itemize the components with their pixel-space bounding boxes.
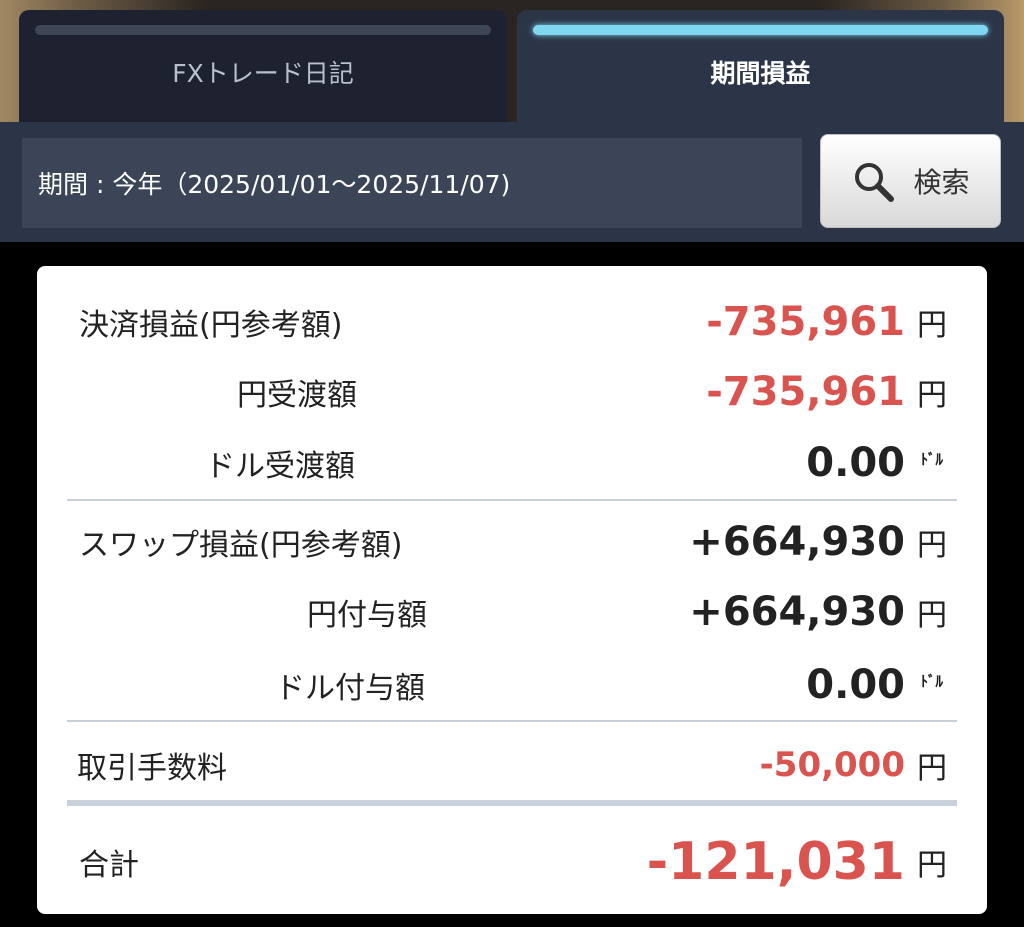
row-value: -735,961 — [706, 369, 905, 415]
search-button-label: 検索 — [913, 166, 970, 199]
row-value: +664,930 — [689, 519, 905, 565]
period-text: 期間 : 今年（2025/01/01～2025/11/07) — [38, 170, 511, 199]
row-label: 決済損益(円参考額) — [79, 308, 343, 343]
tab-indicator-active — [533, 25, 988, 35]
row-value: -735,961 — [706, 299, 905, 345]
yen-delivery-row: 円受渡額 -735,961 円 — [37, 357, 987, 427]
profit-loss-card: 決済損益(円参考額) -735,961 円 円受渡額 -735,961 円 ドル… — [37, 266, 987, 914]
row-value: -50,000 — [759, 745, 905, 785]
yen-grant-row: 円付与額 +664,930 円 — [37, 577, 987, 647]
row-label: 合計 — [79, 848, 139, 883]
settlement-row: 決済損益(円参考額) -735,961 円 — [37, 287, 987, 357]
divider — [67, 720, 957, 722]
divider — [67, 499, 957, 501]
row-value: 0.00 — [806, 662, 905, 708]
row-label: スワップ損益(円参考額) — [79, 528, 403, 563]
row-label: 円受渡額 — [237, 378, 357, 413]
row-unit: 円 — [917, 378, 947, 413]
dollar-delivery-row: ドル受渡額 0.00 ﾄﾞﾙ — [37, 428, 987, 498]
search-button[interactable]: 検索 — [820, 134, 1001, 228]
search-strip: 期間 : 今年（2025/01/01～2025/11/07) 検索 — [0, 122, 1024, 242]
total-value: -121,031 — [646, 832, 905, 892]
row-label: ドル受渡額 — [205, 449, 355, 484]
row-value: +664,930 — [689, 589, 905, 635]
fee-row: 取引手数料 -50,000 円 — [37, 730, 987, 800]
tab-period-profit-loss[interactable]: 期間損益 — [517, 10, 1004, 122]
tab-label: FXトレード日記 — [172, 59, 354, 88]
divider-thick — [67, 800, 957, 806]
row-label: 円付与額 — [307, 598, 427, 633]
tab-indicator — [35, 25, 491, 35]
dollar-grant-row: ドル付与額 0.00 ﾄﾞﾙ — [37, 650, 987, 720]
row-unit: 円 — [917, 751, 947, 786]
row-unit: ﾄﾞﾙ — [920, 450, 943, 469]
row-unit: 円 — [917, 528, 947, 563]
row-unit: 円 — [917, 848, 947, 883]
row-unit: 円 — [917, 598, 947, 633]
tab-fx-trade-diary[interactable]: FXトレード日記 — [19, 10, 507, 122]
tab-bar: FXトレード日記 期間損益 — [0, 0, 1024, 122]
total-row: 合計 -121,031 円 — [37, 822, 987, 902]
row-unit: 円 — [917, 308, 947, 343]
row-label: ドル付与額 — [275, 671, 425, 706]
search-icon — [855, 163, 895, 202]
tab-label: 期間損益 — [710, 59, 811, 88]
row-unit: ﾄﾞﾙ — [920, 672, 943, 691]
period-selector[interactable]: 期間 : 今年（2025/01/01～2025/11/07) — [22, 138, 802, 228]
swap-row: スワップ損益(円参考額) +664,930 円 — [37, 507, 987, 577]
row-label: 取引手数料 — [77, 751, 227, 786]
row-value: 0.00 — [806, 440, 905, 486]
